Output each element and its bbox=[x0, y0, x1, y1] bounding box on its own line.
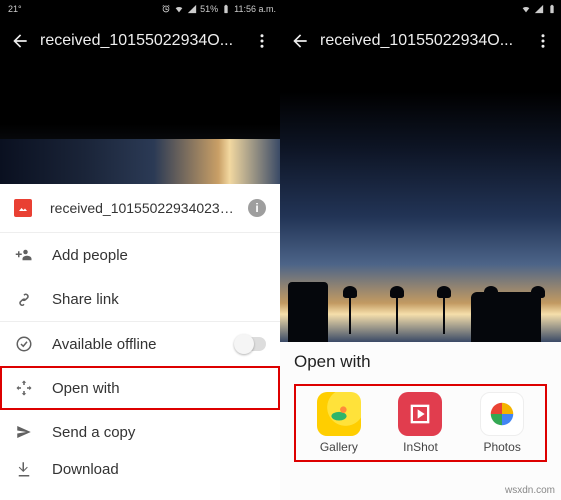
menu-download[interactable]: Download bbox=[0, 454, 280, 484]
menu-label: Download bbox=[52, 461, 266, 478]
open-with-title: Open with bbox=[294, 352, 547, 372]
status-time: 11:56 a.m. bbox=[234, 4, 276, 14]
right-phone: received_10155022934O... Open with Galle… bbox=[280, 0, 561, 500]
menu-open-with[interactable]: Open with bbox=[0, 366, 280, 410]
alarm-icon bbox=[161, 4, 171, 14]
app-bar: received_10155022934O... bbox=[0, 18, 280, 64]
menu-label: Open with bbox=[52, 380, 266, 397]
menu-send-copy[interactable]: Send a copy bbox=[0, 410, 280, 454]
battery-icon bbox=[221, 4, 231, 14]
image-preview[interactable] bbox=[0, 64, 280, 184]
appbar-title: received_10155022934O... bbox=[314, 32, 531, 50]
app-gallery[interactable]: Gallery bbox=[299, 392, 379, 454]
menu-label: Send a copy bbox=[52, 424, 266, 441]
more-menu-button[interactable] bbox=[250, 32, 274, 50]
open-with-apps-highlight: Gallery InShot bbox=[294, 384, 547, 462]
app-label: InShot bbox=[403, 440, 438, 454]
status-bar: 21° 51% 11:56 a.m. bbox=[0, 0, 280, 18]
open-with-sheet: Open with Gallery InShot bbox=[280, 342, 561, 500]
offline-toggle[interactable] bbox=[236, 337, 266, 351]
app-inshot[interactable]: InShot bbox=[380, 392, 460, 454]
image-type-icon bbox=[14, 199, 32, 217]
menu-label: Available offline bbox=[52, 336, 236, 353]
gallery-icon bbox=[317, 392, 361, 436]
status-temp: 21° bbox=[8, 4, 22, 14]
info-button[interactable]: i bbox=[248, 199, 266, 217]
watermark: wsxdn.com bbox=[505, 485, 555, 496]
wifi-icon bbox=[521, 4, 531, 14]
battery-icon bbox=[547, 4, 557, 14]
image-preview[interactable] bbox=[280, 64, 561, 342]
signal-icon bbox=[187, 4, 197, 14]
file-header-row: received_101550229340230222..... i bbox=[0, 184, 280, 232]
photos-icon bbox=[480, 392, 524, 436]
download-icon bbox=[14, 459, 34, 479]
menu-label: Share link bbox=[52, 291, 266, 308]
back-button[interactable] bbox=[286, 27, 314, 55]
details-sheet: received_101550229340230222..... i Add p… bbox=[0, 184, 280, 500]
offline-icon bbox=[14, 334, 34, 354]
menu-share-link[interactable]: Share link bbox=[0, 277, 280, 321]
file-name-label: received_101550229340230222..... bbox=[50, 200, 240, 216]
menu-available-offline[interactable]: Available offline bbox=[0, 322, 280, 366]
signal-icon bbox=[534, 4, 544, 14]
person-add-icon bbox=[14, 245, 34, 265]
link-icon bbox=[14, 289, 34, 309]
menu-add-people[interactable]: Add people bbox=[0, 233, 280, 277]
wifi-icon bbox=[174, 4, 184, 14]
app-bar: received_10155022934O... bbox=[280, 18, 561, 64]
inshot-icon bbox=[398, 392, 442, 436]
back-button[interactable] bbox=[6, 27, 34, 55]
send-icon bbox=[14, 422, 34, 442]
app-label: Photos bbox=[483, 440, 520, 454]
more-menu-button[interactable] bbox=[531, 32, 555, 50]
status-battery: 51% bbox=[200, 4, 218, 14]
appbar-title: received_10155022934O... bbox=[34, 32, 250, 50]
status-bar bbox=[280, 0, 561, 18]
left-phone: 21° 51% 11:56 a.m. received_10155022934O… bbox=[0, 0, 280, 500]
menu-label: Add people bbox=[52, 247, 266, 264]
app-photos[interactable]: Photos bbox=[462, 392, 542, 454]
open-with-icon bbox=[14, 378, 34, 398]
app-label: Gallery bbox=[320, 440, 358, 454]
